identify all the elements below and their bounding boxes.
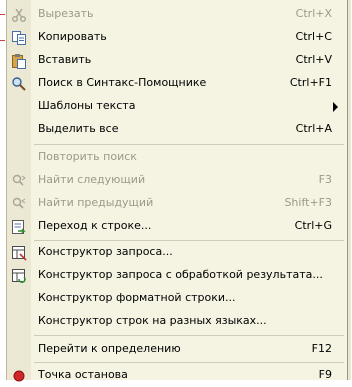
paste-icon: [12, 54, 26, 69]
menu-item-format-string-builder[interactable]: Конструктор форматной строки...: [7, 287, 347, 310]
menu-item-label: Копировать: [38, 30, 107, 43]
breakpoint-icon: [13, 370, 25, 382]
menu-item-select-all[interactable]: Выделить все Ctrl+A: [7, 118, 347, 141]
background-mark: [0, 14, 5, 15]
menu-item-query-builder-result[interactable]: Конструктор запроса с обработкой результ…: [7, 264, 347, 287]
menu-item-goto-definition[interactable]: Перейти к определению F12: [7, 338, 347, 361]
menu-item-shortcut: Ctrl+F1: [289, 76, 332, 89]
find-next-icon: [12, 174, 26, 186]
menu-item-shortcut: Shift+F3: [284, 196, 332, 209]
menu-item-multilang-string-builder[interactable]: Конструктор строк на разных языках...: [7, 310, 347, 333]
menu-item-shortcut: Ctrl+C: [295, 30, 332, 43]
menu-item-label: Конструктор строк на разных языках...: [38, 314, 267, 327]
menu-item-copy[interactable]: Копировать Ctrl+C: [7, 26, 347, 49]
menu-item-label: Повторить поиск: [38, 150, 137, 163]
syntax-search-icon: [12, 77, 26, 91]
menu-item-label: Вырезать: [38, 7, 94, 20]
menu-item-syntax-search[interactable]: Поиск в Синтакс-Помощнике Ctrl+F1: [7, 72, 347, 95]
menu-item-shortcut: Ctrl+X: [295, 7, 332, 20]
menu-item-label: Найти следующий: [38, 173, 146, 186]
goto-line-icon: [12, 220, 26, 234]
menu-item-breakpoint[interactable]: Точка останова F9: [7, 364, 347, 387]
menu-item-label: Выделить все: [38, 122, 119, 135]
menu-item-label: Вставить: [38, 53, 92, 66]
menu-item-shortcut: Ctrl+G: [294, 219, 332, 232]
menu-item-label: Шаблоны текста: [38, 99, 136, 112]
menu-item-shortcut: F9: [318, 368, 332, 381]
menu-item-query-builder[interactable]: Конструктор запроса...: [7, 241, 347, 264]
menu-item-goto-line[interactable]: Переход к строке... Ctrl+G: [7, 215, 347, 238]
menu-shadow: [348, 0, 351, 380]
menu-separator: [34, 144, 344, 145]
copy-icon: [12, 31, 26, 45]
menu-item-shortcut: F3: [318, 173, 332, 186]
menu-item-paste[interactable]: Вставить Ctrl+V: [7, 49, 347, 72]
menu-item-label: Перейти к определению: [38, 342, 181, 355]
menu-separator: [34, 335, 344, 336]
menu-item-shortcut: Ctrl+A: [295, 122, 332, 135]
scissors-icon: [12, 8, 26, 22]
menu-item-shortcut: F12: [311, 342, 332, 355]
menu-item-label: Найти предыдущий: [38, 196, 154, 209]
query-builder-result-icon: [12, 269, 26, 283]
menu-item-label: Конструктор запроса с обработкой результ…: [38, 268, 323, 281]
menu-item-text-templates[interactable]: Шаблоны текста: [7, 95, 347, 118]
menu-item-label: Конструктор запроса...: [38, 245, 173, 258]
find-previous-icon: [12, 197, 26, 209]
menu-item-label: Поиск в Синтакс-Помощнике: [38, 76, 207, 89]
menu-item-shortcut: Ctrl+V: [295, 53, 332, 66]
menu-item-find-previous[interactable]: Найти предыдущий Shift+F3: [7, 192, 347, 215]
background-mark: [0, 40, 5, 41]
menu-item-cut[interactable]: Вырезать Ctrl+X: [7, 3, 347, 26]
menu-item-repeat-search[interactable]: Повторить поиск: [7, 146, 347, 169]
menu-item-label: Точка останова: [38, 368, 128, 381]
context-menu: Вырезать Ctrl+X Копировать Ctrl+C Встави…: [6, 0, 351, 382]
menu-item-label: Переход к строке...: [38, 219, 152, 232]
query-builder-icon: [12, 246, 27, 261]
menu-item-find-next[interactable]: Найти следующий F3: [7, 169, 347, 192]
submenu-arrow-icon: [333, 102, 338, 112]
menu-separator: [34, 362, 344, 363]
menu-item-label: Конструктор форматной строки...: [38, 291, 236, 304]
